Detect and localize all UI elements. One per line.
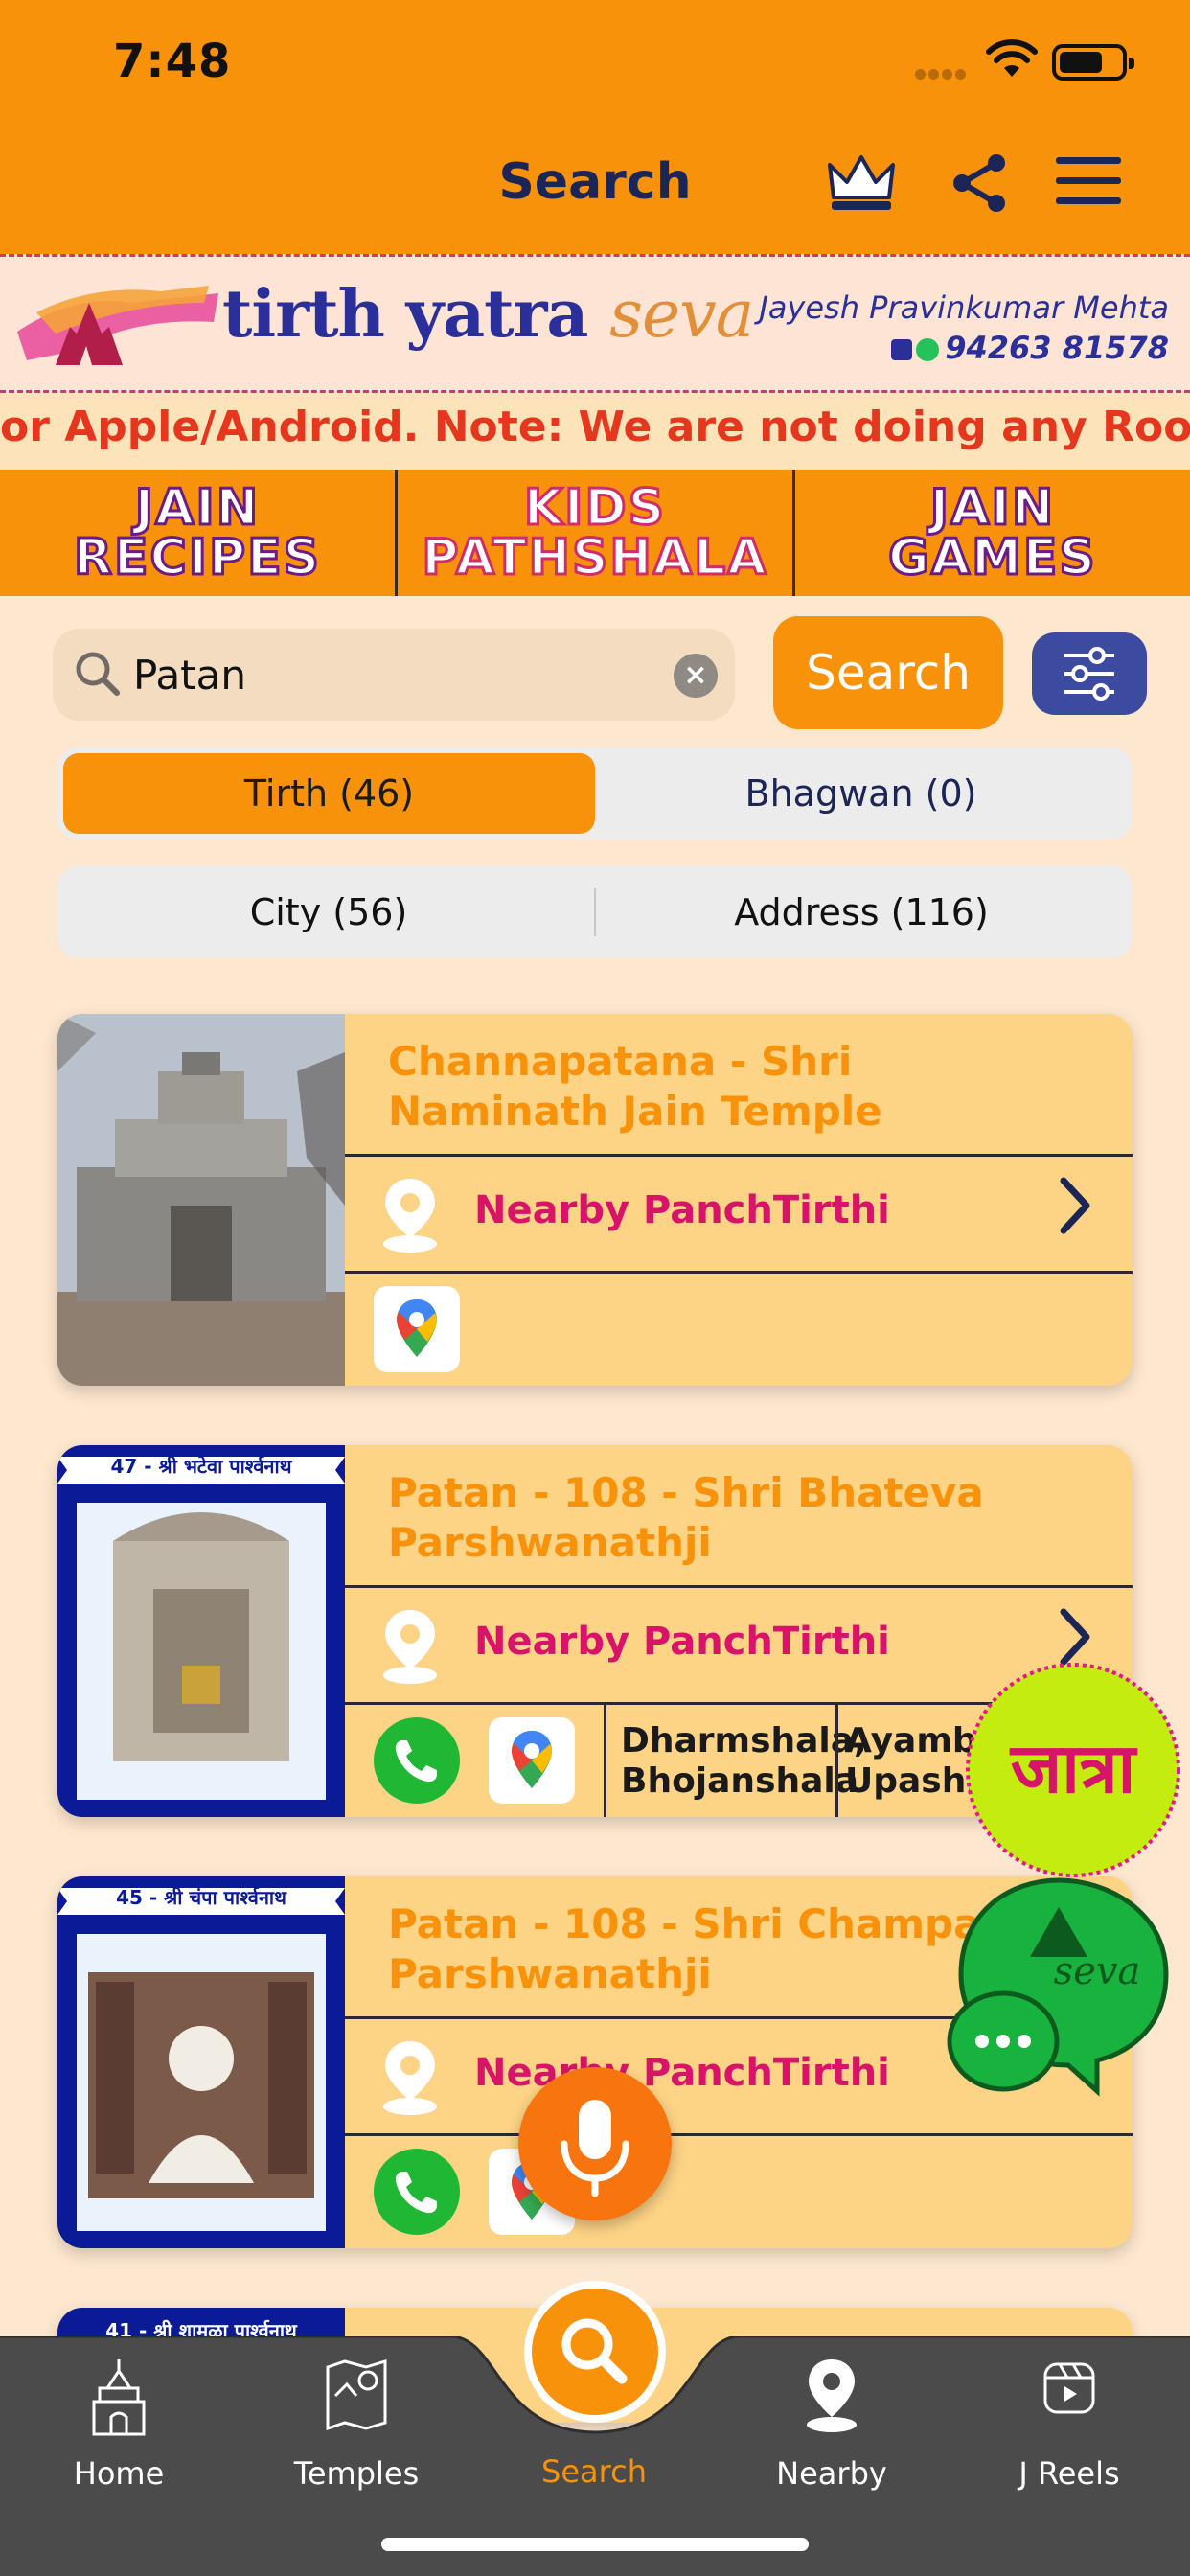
result-card[interactable]: Channapatana - Shri Naminath Jain Temple… [57,1014,1133,1386]
wifi-icon [986,39,1038,77]
call-button[interactable] [374,1717,460,1804]
cellular-signal-icon [915,65,973,80]
share-icon[interactable] [950,151,1010,215]
jain-games-tile[interactable]: JAIN GAMES [795,470,1190,596]
jain-games-label: JAIN GAMES [887,479,1097,586]
card-divider [345,1585,1133,1588]
phone-icon [395,1740,437,1782]
google-maps-button[interactable] [489,1717,575,1804]
map-icon [326,2358,387,2430]
nearby-panchtirthi-link[interactable]: Nearby PanchTirthi [474,1620,890,1664]
temple-logo-icon [17,286,218,365]
chevron-right-icon[interactable] [1054,1175,1096,1236]
yatra-floating-button[interactable]: जात्रा [963,1660,1183,1880]
chat-label: seva [1054,1949,1141,1993]
temple-icon [92,2359,146,2436]
nav-home-label: Home [73,2455,165,2492]
status-time: 7:48 [113,34,232,88]
nav-nearby-label: Nearby [776,2455,887,2492]
jain-recipes-label: JAIN RECIPES [72,479,322,586]
location-pin-icon [383,1179,437,1253]
yatra-label: जात्रा [1009,1728,1138,1808]
chat-floating-button[interactable]: seva [944,1869,1174,2099]
feature-tiles: JAIN RECIPES KIDS PATHSHALA JAIN GAMES [0,470,1190,596]
brand-main-text: tirth yatra [222,276,588,353]
temple-photo [57,1014,345,1386]
banner-brand: tirth yatra seva [222,276,754,353]
mobile-icon [891,339,913,360]
card-divider [345,1154,1133,1157]
bhagwan-photo [57,1876,345,2248]
nav-j-reels-label: J Reels [1018,2455,1120,2492]
reels-icon [1043,2362,1095,2414]
whatsapp-icon [916,338,940,361]
contact-phone: 94263 81578 [945,330,1169,366]
sponsor-banner[interactable]: tirth yatra seva Jayesh Pravinkumar Meht… [0,254,1190,393]
card-divider [345,2133,1133,2136]
bhagwan-photo [57,1445,345,1817]
google-maps-button[interactable] [374,1286,460,1372]
home-indicator[interactable] [381,2538,809,2551]
filter-button[interactable] [1032,632,1147,715]
search-input[interactable] [133,646,670,703]
voice-search-button[interactable] [518,2067,672,2220]
app-header: 7:48 Search [0,0,1190,254]
nav-search[interactable] [524,2281,666,2423]
jain-recipes-tile[interactable]: JAIN RECIPES [0,470,398,596]
search-icon [561,2318,628,2384]
result-title[interactable]: Patan - 108 - Shri Bhateva Parshwanathji [388,1468,1078,1568]
facility-divider [835,1702,838,1817]
page-title: Search [498,153,692,211]
scope-segment: City (56) Address (116) [57,866,1133,958]
image-caption: 47 - श्री भटेवा पार्श्वनाथ [110,1455,292,1478]
contact-phone-row[interactable]: 94263 81578 [891,330,1169,366]
result-title[interactable]: Channapatana - Shri Naminath Jain Temple [388,1037,1078,1137]
tab-address[interactable]: Address (116) [596,872,1127,953]
tab-bhagwan[interactable]: Bhagwan (0) [595,753,1127,834]
location-pin-icon [383,2041,437,2115]
battery-icon [1052,44,1134,80]
type-segment: Tirth (46) Bhagwan (0) [57,748,1133,840]
kids-pathshala-label: KIDS PATHSHALA [421,479,768,586]
google-maps-icon [512,1731,552,1788]
location-pin-icon [383,1610,437,1684]
kids-pathshala-tile[interactable]: KIDS PATHSHALA [398,470,795,596]
clear-search-button[interactable]: × [674,654,718,698]
call-button[interactable] [374,2149,460,2235]
search-icon [76,652,120,696]
menu-icon[interactable] [1056,151,1121,209]
search-button[interactable]: Search [773,616,1003,729]
microphone-icon [561,2100,629,2197]
contact-name: Jayesh Pravinkumar Mehta [759,289,1169,326]
tab-tirth[interactable]: Tirth (46) [63,753,595,834]
marquee-text: or Apple/Android. Note: We are not doing… [0,402,1190,451]
card-divider [345,1271,1133,1274]
nav-temples-label: Temples [293,2455,420,2492]
location-pin-icon [807,2359,857,2432]
search-field[interactable]: × [53,629,735,721]
notice-marquee: or Apple/Android. Note: We are not doing… [0,393,1190,470]
facility-divider [604,1702,606,1817]
sliders-icon [1064,647,1114,701]
phone-icon [395,2172,437,2214]
google-maps-icon [397,1300,437,1357]
nearby-panchtirthi-link[interactable]: Nearby PanchTirthi [474,1188,890,1232]
crown-icon[interactable] [826,151,897,215]
tab-city[interactable]: City (56) [63,872,594,953]
image-caption: 45 - श्री चंपा पार्श्वनाथ [116,1886,286,1909]
brand-seva-text: seva [609,277,754,353]
chevron-right-icon[interactable] [1054,1606,1096,1668]
nav-search-label: Search [541,2453,647,2490]
facility-dharmshala[interactable]: Dharmshala, Bhojanshala [621,1721,867,1802]
